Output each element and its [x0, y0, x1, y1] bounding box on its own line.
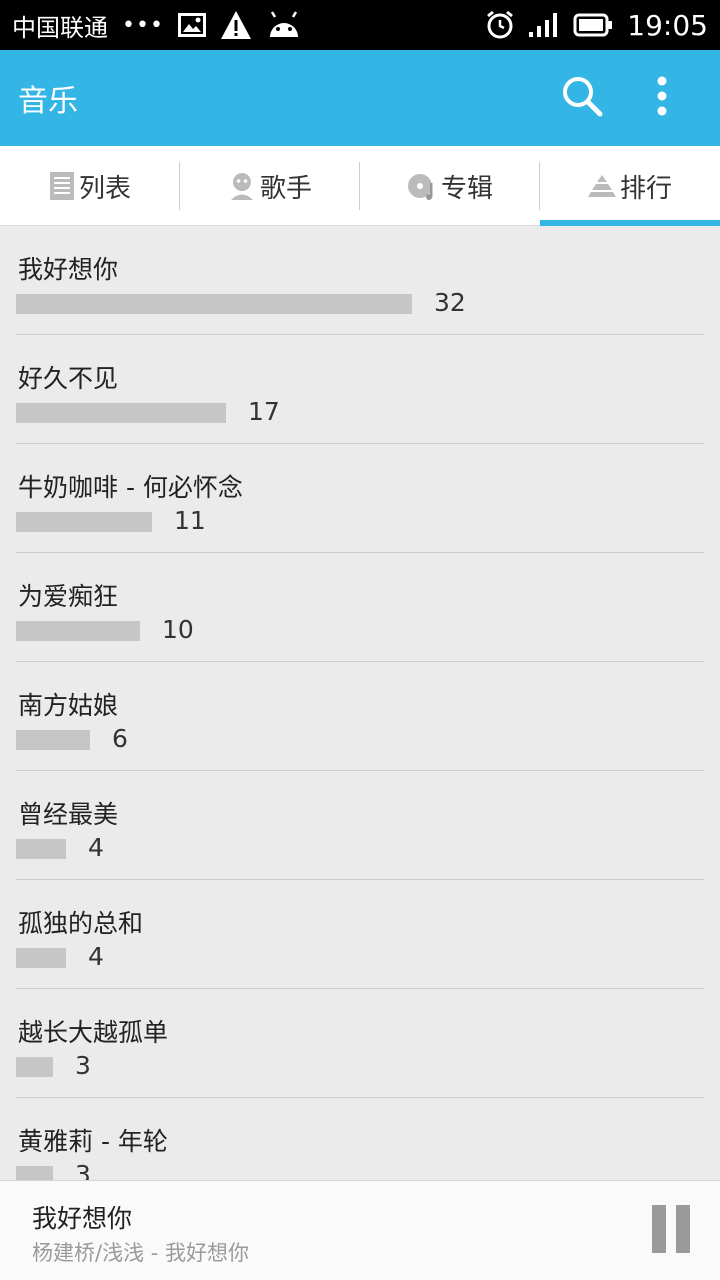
search-icon [560, 74, 604, 122]
singer-icon [228, 171, 256, 201]
ranking-row[interactable]: 曾经最美 4 [16, 771, 704, 880]
play-count-bar [16, 403, 226, 423]
tab-bar: 列表 歌手 专辑 排行 [0, 146, 720, 226]
pause-icon [676, 1205, 690, 1253]
ranking-icon [587, 174, 616, 198]
song-title: 好久不见 [18, 364, 119, 393]
status-bar-left: 中国联通 ••• [12, 8, 302, 43]
status-bar-right: 19:05 [485, 9, 708, 42]
ranking-row[interactable]: 南方姑娘 6 [16, 662, 704, 771]
album-icon [407, 171, 437, 201]
status-bar: 中国联通 ••• 19:05 [0, 0, 720, 50]
tab-label: 排行 [619, 173, 672, 204]
pause-icon [652, 1205, 666, 1253]
play-count: 11 [174, 506, 206, 535]
tab-singer[interactable]: 歌手 [180, 146, 360, 226]
image-icon [177, 12, 206, 38]
play-count-bar [16, 1166, 53, 1180]
play-count: 10 [162, 615, 194, 644]
play-count: 3 [75, 1051, 91, 1080]
play-count-bar [16, 948, 66, 968]
overflow-menu-icon [656, 76, 668, 120]
tab-label: 专辑 [440, 173, 493, 204]
now-playing-bar[interactable]: 我好想你 杨建桥/浅浅 - 我好想你 [0, 1180, 720, 1280]
now-playing-artist: 杨建桥/浅浅 - 我好想你 [32, 1241, 250, 1265]
song-title: 曾经最美 [18, 800, 119, 829]
android-icon [266, 11, 302, 39]
ranking-row[interactable]: 牛奶咖啡 - 何必怀念 11 [16, 444, 704, 553]
song-title: 为爱痴狂 [18, 582, 119, 611]
play-count: 6 [112, 724, 128, 753]
alarm-icon [485, 10, 515, 40]
play-count-bar [16, 294, 412, 314]
tab-label: 歌手 [259, 173, 312, 204]
play-count: 4 [88, 942, 104, 971]
song-title: 黄雅莉 - 年轮 [18, 1127, 168, 1156]
play-count: 4 [88, 833, 104, 862]
tab-label: 列表 [78, 173, 131, 204]
more-notifications-dots: ••• [122, 12, 164, 38]
app-title: 音乐 [18, 84, 78, 119]
song-title: 南方姑娘 [18, 691, 119, 720]
warning-icon [220, 10, 252, 40]
ranking-row[interactable]: 越长大越孤单 3 [16, 989, 704, 1098]
pause-button[interactable] [650, 1205, 694, 1257]
ranking-row[interactable]: 好久不见 17 [16, 335, 704, 444]
action-bar: 音乐 [0, 50, 720, 146]
overflow-menu-button[interactable] [622, 50, 702, 146]
signal-icon [529, 12, 559, 38]
ranking-row[interactable]: 孤独的总和 4 [16, 880, 704, 989]
ranking-row[interactable]: 黄雅莉 - 年轮 3 [16, 1098, 704, 1180]
clock: 19:05 [627, 8, 708, 42]
song-title: 我好想你 [18, 255, 119, 284]
ranking-row[interactable]: 为爱痴狂 10 [16, 553, 704, 662]
song-title: 越长大越孤单 [18, 1018, 169, 1047]
list-icon [49, 171, 75, 201]
play-count-bar [16, 730, 90, 750]
now-playing-title: 我好想你 [32, 1204, 133, 1233]
tab-ranking[interactable]: 排行 [540, 146, 720, 226]
battery-icon [573, 13, 613, 37]
play-count: 32 [434, 288, 466, 317]
carrier-name: 中国联通 [12, 13, 108, 42]
play-count: 3 [75, 1160, 91, 1180]
search-button[interactable] [542, 50, 622, 146]
tab-album[interactable]: 专辑 [360, 146, 540, 226]
ranking-row[interactable]: 我好想你 32 [16, 226, 704, 335]
play-count-bar [16, 621, 140, 641]
song-title: 牛奶咖啡 - 何必怀念 [18, 473, 243, 502]
song-title: 孤独的总和 [18, 909, 144, 938]
play-count-bar [16, 512, 152, 532]
tab-list[interactable]: 列表 [0, 146, 180, 226]
play-count-bar [16, 1057, 53, 1077]
play-count-bar [16, 839, 66, 859]
ranking-list[interactable]: 我好想你 32 好久不见 17 牛奶咖啡 - 何必怀念 11 为爱痴狂 10 南… [0, 226, 720, 1180]
play-count: 17 [248, 397, 280, 426]
